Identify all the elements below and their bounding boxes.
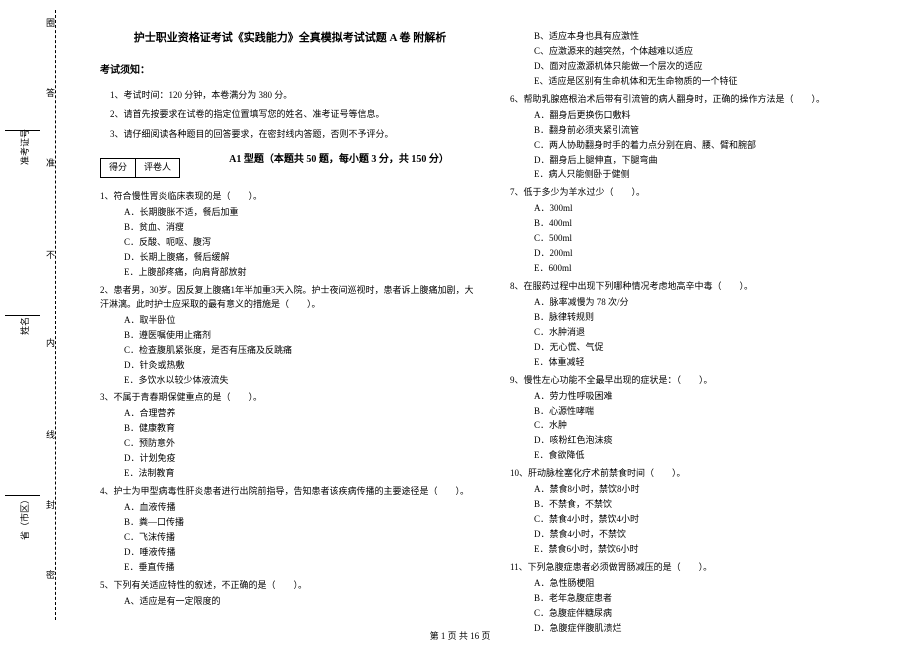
field-name-line	[5, 315, 40, 316]
q8-opt-d: D．无心慌、气促	[534, 341, 890, 355]
grader-label: 评卷人	[136, 159, 179, 177]
q4-opt-e: E．垂直传播	[124, 561, 480, 575]
q2-opt-d: D．针灸或热敷	[124, 359, 480, 373]
q6-stem: 6、帮助乳腺癌根治术后带有引流管的病人翻身时，正确的操作方法是（ ）。	[510, 93, 890, 107]
q2-opt-b: B．遵医嘱使用止痛剂	[124, 329, 480, 343]
q6-opt-b: B．翻身前必须夹紧引流管	[534, 124, 890, 138]
q2-opt-c: C．检查腹肌紧张度，是否有压痛及反跳痛	[124, 344, 480, 358]
q7-opt-a: A．300ml	[534, 202, 890, 216]
score-label: 得分	[101, 159, 136, 177]
q6-opt-e: E．病人只能侧卧于健侧	[534, 168, 890, 182]
q11-opt-a: A．急性肠梗阻	[534, 577, 890, 591]
q10-opt-c: C．禁食4小时，禁饮4小时	[534, 513, 890, 527]
q9-opt-c: C．水肿	[534, 419, 890, 433]
q5-stem: 5、下列有关适应特性的叙述，不正确的是（ ）。	[100, 579, 480, 593]
q9-opt-b: B．心源性哮喘	[534, 405, 890, 419]
q2-opt-a: A．取半卧位	[124, 314, 480, 328]
seal-word-5: 线	[44, 430, 57, 447]
q10-opt-a: A．禁食8小时，禁饮8小时	[534, 483, 890, 497]
q8-opt-c: C．水肿消退	[534, 326, 890, 340]
q5-opt-a: A、适应是有一定限度的	[124, 595, 480, 609]
q7-opt-c: C．500ml	[534, 232, 890, 246]
q3-stem: 3、不属于青春期保健重点的是（ ）。	[100, 391, 480, 405]
q9-stem: 9、慢性左心功能不全最早出现的症状是：（ ）。	[510, 374, 890, 388]
seal-word-2: 准	[44, 158, 57, 175]
seal-word-3: 不	[44, 250, 57, 267]
q10-opt-b: B．不禁食，不禁饮	[534, 498, 890, 512]
q4-stem: 4、护士为甲型病毒性肝炎患者进行出院前指导，告知患者该疾病传播的主要途径是（ ）…	[100, 485, 480, 499]
q3-opt-b: B．健康教育	[124, 422, 480, 436]
q9-opt-d: D．咳粉红色泡沫痰	[534, 434, 890, 448]
q5-opt-d: D、面对应激源机体只能做一个层次的适应	[534, 60, 890, 74]
q6-opt-c: C．两人协助翻身时手的着力点分别在肩、腰、臂和腕部	[534, 139, 890, 153]
q1-stem: 1、符合慢性胃炎临床表现的是（ ）。	[100, 190, 480, 204]
q8-opt-b: B．脉律转规则	[534, 311, 890, 325]
q2-stem: 2、患者男，30岁。因反复上腹痛1年半加重3天入院。护士夜间巡视时，患者诉上腹痛…	[100, 284, 480, 312]
q4-opt-c: C．飞沫传播	[124, 531, 480, 545]
q10-opt-d: D．禁食4小时，不禁饮	[534, 528, 890, 542]
score-box: 得分 评卷人	[100, 158, 180, 178]
q10-stem: 10、肝动脉栓塞化疗术前禁食时间（ ）。	[510, 467, 890, 481]
field-exam-id-line	[5, 130, 40, 131]
column-right: B、适应本身也具有应激性 C、应激源来的越突然，个体越难以适应 D、面对应激源机…	[510, 30, 890, 650]
q1-opt-c: C．反酸、呃呕、腹泻	[124, 236, 480, 250]
q7-opt-d: D．200ml	[534, 247, 890, 261]
field-region: 省（市区）	[18, 495, 31, 540]
seal-word-7: 密	[44, 570, 57, 587]
q4-opt-a: A．血液传播	[124, 501, 480, 515]
q6-opt-d: D．翻身后上腿伸直，下腿弯曲	[534, 154, 890, 168]
q6-opt-a: A．翻身后更换伤口敷料	[534, 109, 890, 123]
q7-stem: 7、低于多少为羊水过少（ ）。	[510, 186, 890, 200]
notice-1: 1、考试时间：120 分钟，本卷满分为 380 分。	[110, 89, 480, 103]
q1-opt-b: B．贫血、消瘦	[124, 221, 480, 235]
exam-title: 护士职业资格证考试《实践能力》全真模拟考试试题 A 卷 附解析	[100, 30, 480, 47]
q3-opt-e: E．法制教育	[124, 467, 480, 481]
field-region-line	[5, 495, 40, 496]
notice-heading: 考试须知：	[100, 63, 480, 79]
q10-opt-e: E．禁食6小时，禁饮6小时	[534, 543, 890, 557]
q11-opt-b: B．老年急腹症患者	[534, 592, 890, 606]
question-type-heading: A1 型题（本题共 50 题，每小题 3 分，共 150 分）	[198, 152, 480, 168]
q7-opt-b: B．400ml	[534, 217, 890, 231]
q3-opt-d: D．计划免疫	[124, 452, 480, 466]
seal-word-4: 内	[44, 338, 57, 355]
q8-opt-a: A．脉率减慢为 78 次/分	[534, 296, 890, 310]
notice-2: 2、请首先按要求在试卷的指定位置填写您的姓名、准考证号等信息。	[110, 108, 480, 122]
q9-opt-e: E．食欲降低	[534, 449, 890, 463]
q8-stem: 8、在服药过程中出现下列哪种情况考虑地高辛中毒（ ）。	[510, 280, 890, 294]
q11-stem: 11、下列急腹症患者必须做胃肠减压的是（ ）。	[510, 561, 890, 575]
q1-opt-d: D．长期上腹痛，餐后缓解	[124, 251, 480, 265]
q5-opt-b: B、适应本身也具有应激性	[534, 30, 890, 44]
q3-opt-a: A．合理营养	[124, 407, 480, 421]
q1-opt-a: A．长期腹胀不适，餐后加重	[124, 206, 480, 220]
notice-3: 3、请仔细阅读各种题目的回答要求，在密封线内答题，否则不予评分。	[110, 128, 480, 142]
main-content: 护士职业资格证考试《实践能力》全真模拟考试试题 A 卷 附解析 考试须知： 1、…	[85, 0, 920, 650]
q2-opt-e: E．多饮水以较少体液流失	[124, 374, 480, 388]
binding-margin: 圈 答 准 不 内 线 封 密 准考证号 姓名 省（市区）	[0, 0, 85, 650]
q9-opt-a: A．劳力性呼吸困难	[534, 390, 890, 404]
field-name: 姓名	[18, 317, 31, 335]
q4-opt-d: D．唾液传播	[124, 546, 480, 560]
q7-opt-e: E．600ml	[534, 262, 890, 276]
q3-opt-c: C．预防意外	[124, 437, 480, 451]
q8-opt-e: E．体重减轻	[534, 356, 890, 370]
column-left: 护士职业资格证考试《实践能力》全真模拟考试试题 A 卷 附解析 考试须知： 1、…	[100, 30, 480, 650]
seal-word-0: 圈	[44, 18, 57, 35]
seal-word-6: 封	[44, 500, 57, 517]
q5-opt-e: E、适应是区别有生命机体和无生命物质的一个特征	[534, 75, 890, 89]
page-footer: 第 1 页 共 16 页	[0, 629, 920, 642]
q5-opt-c: C、应激源来的越突然，个体越难以适应	[534, 45, 890, 59]
q4-opt-b: B．粪—口传播	[124, 516, 480, 530]
field-exam-id: 准考证号	[18, 129, 31, 165]
seal-word-1: 答	[44, 88, 57, 105]
q1-opt-e: E．上腹部疼痛，向肩背部放射	[124, 266, 480, 280]
q11-opt-c: C．急腹症伴糖尿病	[534, 607, 890, 621]
